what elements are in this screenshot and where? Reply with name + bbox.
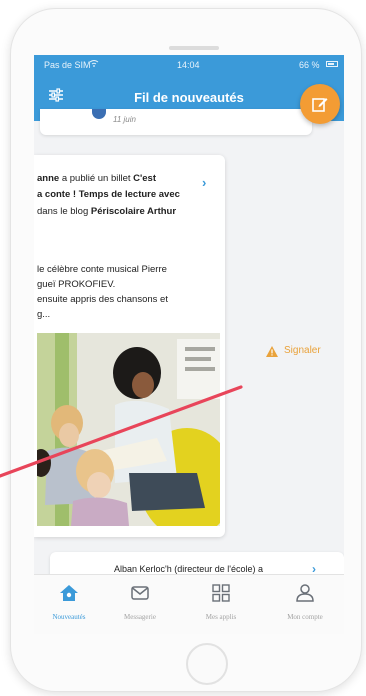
tab-bar: Nouveautés Messagerie Mes applis Mon com… bbox=[34, 574, 344, 634]
compose-button[interactable] bbox=[300, 84, 340, 124]
status-bar: Pas de SIM 14:04 66 % bbox=[34, 55, 344, 75]
status-time: 14:04 bbox=[177, 60, 200, 70]
post-title-line-1: anne a publié un billet C'est bbox=[37, 173, 156, 184]
tab-mon-compte[interactable]: Mon compte bbox=[272, 579, 338, 621]
post-blog-name: Périscolaire Arthur bbox=[90, 206, 177, 217]
envelope-icon bbox=[107, 583, 173, 608]
tab-label: Mes applis bbox=[205, 613, 237, 621]
carrier-label: Pas de SIM bbox=[44, 60, 91, 70]
tab-label: Messagerie bbox=[124, 613, 156, 621]
post-card[interactable]: anne a publié un billet C'est a conte ! … bbox=[34, 155, 225, 537]
chevron-right-icon[interactable]: › bbox=[202, 175, 206, 190]
tab-nouveautes[interactable]: Nouveautés bbox=[36, 579, 102, 621]
edit-icon bbox=[312, 98, 328, 112]
wifi-icon bbox=[89, 59, 99, 69]
home-button[interactable] bbox=[186, 643, 228, 685]
post-excerpt-line: gueï PROKOFIEV. bbox=[37, 279, 116, 290]
next-post-text: Alban Kerloc'h (directeur de l'école) a bbox=[114, 564, 264, 574]
phone-speaker bbox=[169, 46, 219, 50]
tab-messagerie[interactable]: Messagerie bbox=[107, 579, 173, 621]
previous-post-card[interactable]: 11 juin bbox=[40, 109, 312, 135]
battery-label: 66 % bbox=[299, 60, 320, 70]
apps-grid-icon bbox=[188, 583, 254, 608]
post-date: 11 juin bbox=[113, 115, 136, 124]
post-author: anne bbox=[37, 173, 60, 184]
post-excerpt-line: g... bbox=[37, 309, 51, 320]
post-action-text: a publié un billet bbox=[59, 173, 134, 184]
tab-mes-applis[interactable]: Mes applis bbox=[188, 579, 254, 621]
post-title-start: C'est bbox=[133, 173, 156, 184]
avatar bbox=[92, 109, 106, 119]
page-title: Fil de nouveautés bbox=[134, 90, 244, 105]
report-label: Signaler bbox=[284, 345, 321, 356]
post-image[interactable] bbox=[37, 333, 220, 526]
home-icon bbox=[36, 583, 102, 608]
battery-icon bbox=[326, 61, 338, 67]
post-excerpt-line: ensuite appris des chansons et bbox=[37, 294, 168, 305]
post-excerpt-line: le célèbre conte musical Pierre bbox=[37, 264, 167, 275]
post-blog-prefix: dans le blog bbox=[37, 206, 91, 217]
tab-label: Nouveautés bbox=[52, 613, 86, 621]
app-screen: Pas de SIM 14:04 66 % Fil de nouveautés … bbox=[34, 55, 344, 634]
user-icon bbox=[272, 583, 338, 608]
post-title-line-2: a conte ! Temps de lecture avec bbox=[37, 189, 180, 200]
warning-icon bbox=[266, 346, 278, 360]
tab-label: Mon compte bbox=[287, 613, 323, 621]
post-title-line-3: dans le blog Périscolaire Arthur bbox=[37, 206, 176, 217]
